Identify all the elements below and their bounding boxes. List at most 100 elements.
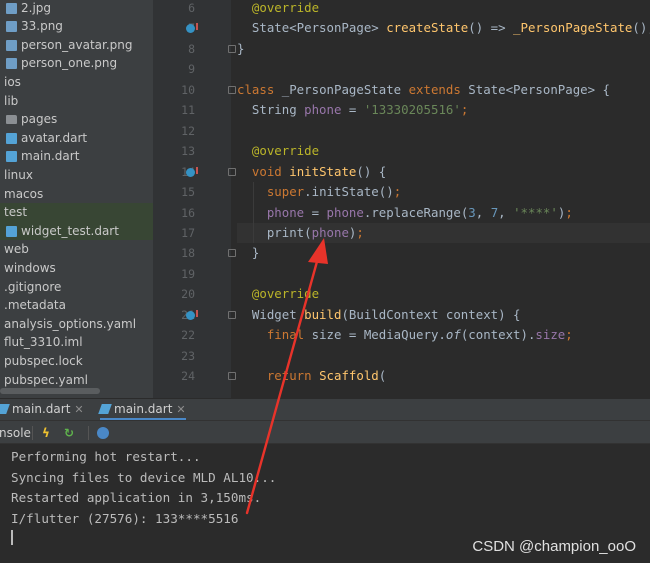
close-icon[interactable]: ✕ [74, 403, 83, 416]
tree-item[interactable]: main.dart [0, 147, 153, 166]
fold-marker-icon[interactable] [228, 44, 236, 53]
console-line: Restarted application in 3,150ms. [11, 490, 262, 505]
tree-item-label: .gitignore [4, 279, 62, 294]
code-token: Widget [237, 306, 305, 322]
tree-item[interactable]: pubspec.lock [0, 352, 153, 371]
code-token: String [237, 102, 305, 118]
tree-item-label: ios [4, 74, 21, 89]
tree-item[interactable]: .metadata [0, 296, 153, 315]
tree-item[interactable]: linux [0, 166, 153, 185]
code-editor[interactable]: 6789101112131415161718192021222324 @over… [153, 0, 650, 398]
image-file-icon [6, 21, 17, 33]
project-tree: 2.jpg 33.png person_avatar.png person_one.p… [0, 0, 153, 398]
console-output[interactable]: Performing hot restart... Syncing files … [0, 444, 650, 563]
tree-item-label: widget_test.dart [21, 223, 119, 238]
code-token: State<PersonPage> { [468, 81, 611, 97]
code-token: phone [311, 224, 349, 240]
tree-item[interactable]: 2.jpg [0, 0, 153, 17]
code-token: super [266, 184, 305, 200]
tree-item[interactable]: person_avatar.png [0, 36, 153, 55]
line-number: 16 [181, 205, 195, 220]
dart-icon [0, 404, 10, 414]
code-token: , [498, 204, 514, 220]
console-line: Syncing files to device MLD AL10... [11, 470, 277, 485]
tree-item[interactable]: avatar.dart [0, 129, 153, 148]
tree-item[interactable]: pages [0, 110, 153, 129]
tree-item-label: person_one.png [21, 56, 118, 71]
tree-item[interactable]: flut_3310.iml [0, 333, 153, 352]
code-token: final [266, 327, 312, 343]
code-token: = [304, 204, 327, 220]
fold-marker-icon[interactable] [228, 249, 236, 258]
code-token: State<PersonPage> [237, 20, 387, 36]
code-token: _PersonPageState [281, 81, 409, 97]
hot-reload-icon[interactable]: ϟ [42, 424, 50, 442]
line-number: 17 [181, 225, 195, 240]
tree-item[interactable]: pubspec.yaml [0, 371, 153, 390]
code-token: '****' [513, 204, 558, 220]
fold-marker-icon[interactable] [228, 167, 236, 176]
fold-marker-icon[interactable] [228, 85, 236, 94]
tree-item[interactable]: 33.png [0, 17, 153, 36]
line-number: 12 [181, 123, 195, 138]
tree-item[interactable]: windows [0, 259, 153, 278]
hot-restart-icon[interactable]: ↻ [64, 424, 74, 442]
run-tab-main-dart-1[interactable]: main.dart ✕ [0, 399, 84, 421]
override-marker-icon[interactable] [186, 309, 198, 320]
code-line: @override [237, 141, 319, 161]
dart-file-icon [6, 225, 17, 237]
toolbar-divider [88, 426, 89, 440]
watermark: CSDN @champion_ooO [472, 538, 636, 555]
image-file-icon [6, 2, 17, 14]
code-line: return Scaffold( [237, 366, 386, 386]
tree-item[interactable]: web [0, 240, 153, 259]
code-token: ; [356, 224, 364, 240]
console-line: Performing hot restart... [11, 449, 201, 464]
image-file-icon [6, 58, 17, 70]
close-icon[interactable]: ✕ [176, 403, 185, 416]
code-line: } [237, 39, 244, 59]
tree-item[interactable]: macos [0, 185, 153, 204]
line-number: 6 [188, 1, 195, 15]
tree-item[interactable]: .gitignore [0, 278, 153, 297]
devtools-icon[interactable] [97, 424, 109, 442]
run-tab-main-dart-2[interactable]: main.dart ✕ [98, 399, 186, 421]
fold-marker-icon[interactable] [228, 372, 236, 381]
tree-item[interactable]: widget_test.dart [0, 221, 153, 241]
fold-marker-icon[interactable] [228, 310, 236, 319]
code-line: print(phone); [237, 222, 650, 243]
dart-file-icon [6, 151, 17, 163]
code-token: } [237, 40, 245, 56]
tree-item[interactable]: lib [0, 92, 153, 111]
override-marker-icon[interactable] [186, 166, 198, 177]
console-tab[interactable]: nsole [0, 424, 31, 442]
tree-item-label: 2.jpg [21, 0, 52, 15]
tree-item-label: macos [4, 186, 44, 201]
horizontal-scrollbar[interactable] [0, 388, 100, 394]
tree-item[interactable]: test [0, 203, 153, 222]
tree-item[interactable]: analysis_options.yaml [0, 315, 153, 334]
code-token: createState [386, 20, 469, 36]
tree-item[interactable]: person_one.png [0, 54, 153, 73]
run-tab-label: main.dart [114, 402, 173, 416]
dart-icon [98, 404, 112, 414]
code-line: super.initState(); [237, 182, 401, 202]
code-token: return [266, 368, 320, 384]
code-token: .initState() [304, 184, 394, 200]
line-number: 23 [181, 348, 195, 363]
code-token: size = MediaQuery. [311, 327, 446, 343]
code-line: phone = phone.replaceRange(3, 7, '****')… [237, 203, 573, 223]
tree-item[interactable]: ios [0, 73, 153, 92]
console-toolbar: nsole ϟ ↻ [0, 420, 650, 444]
tree-item-label: .metadata [4, 298, 66, 313]
line-number: 9 [188, 62, 195, 77]
line-number: 8 [188, 41, 195, 56]
code-token: ; [460, 102, 469, 118]
